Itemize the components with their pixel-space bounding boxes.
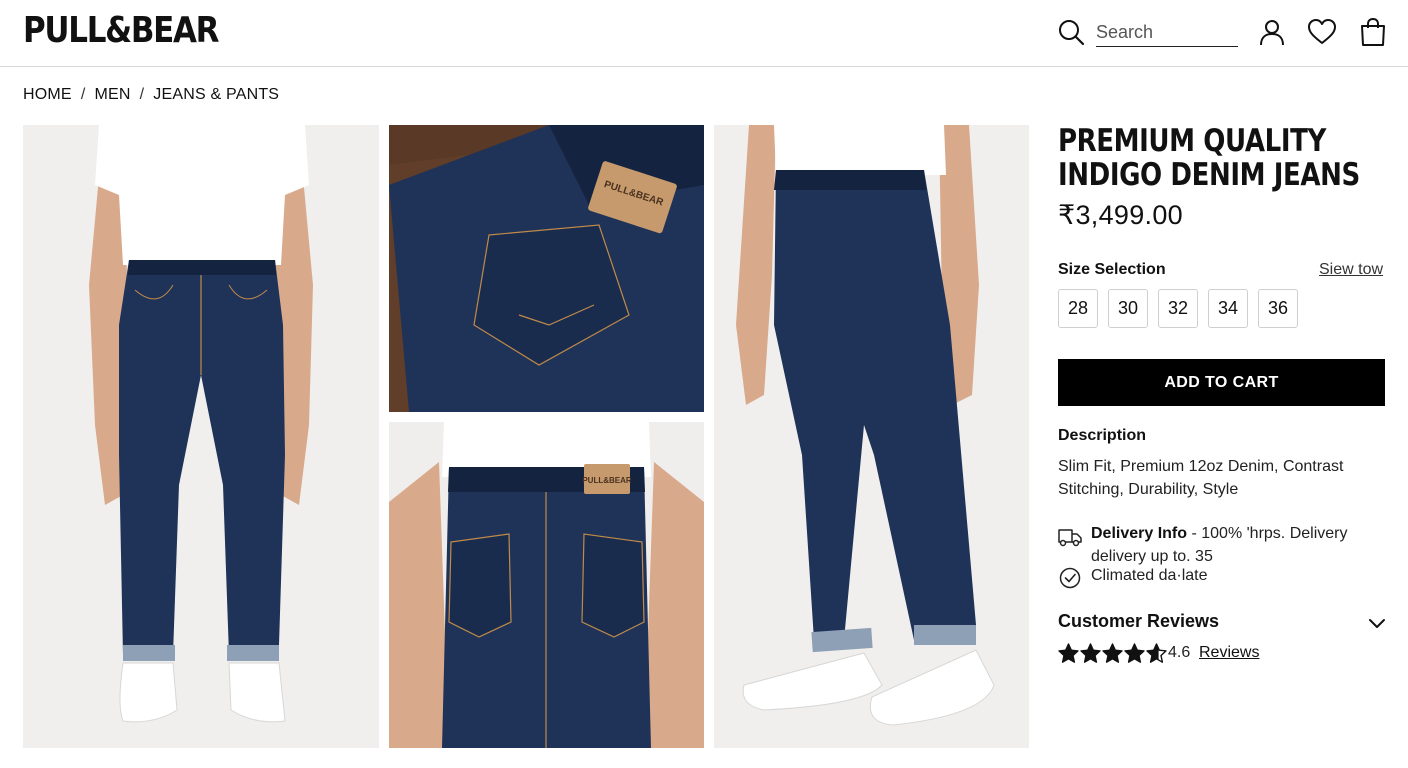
breadcrumb-men[interactable]: MEN <box>94 86 130 104</box>
brand-logo[interactable]: PULL&BEAR <box>23 10 220 52</box>
size-option-32[interactable]: 32 <box>1158 289 1198 328</box>
size-selection-label: Size Selection <box>1058 261 1166 278</box>
size-option-36[interactable]: 36 <box>1258 289 1298 328</box>
product-image-side[interactable] <box>714 125 1029 748</box>
breadcrumb: HOME / MEN / JEANS & PANTS <box>23 86 279 104</box>
size-option-30[interactable]: 30 <box>1108 289 1148 328</box>
climate-info-text: Climated da·late <box>1091 567 1208 584</box>
check-circle-icon <box>1059 567 1081 589</box>
breadcrumb-home[interactable]: HOME <box>23 86 72 104</box>
star-icon <box>1102 643 1123 663</box>
product-image-front[interactable] <box>23 125 379 748</box>
size-options: 28 30 32 34 36 <box>1058 289 1298 328</box>
star-rating <box>1058 643 1167 664</box>
breadcrumb-separator: / <box>80 86 86 103</box>
delivery-truck-icon <box>1058 529 1082 547</box>
shopping-bag-icon[interactable] <box>1358 17 1388 47</box>
star-icon <box>1146 643 1167 663</box>
star-icon <box>1058 643 1079 663</box>
product-title: PREMIUM QUALITY INDIGO DENIM JEANS <box>1058 123 1360 193</box>
breadcrumb-jeans-pants[interactable]: JEANS & PANTS <box>153 86 279 104</box>
account-icon[interactable] <box>1257 17 1287 47</box>
label-text: PULL&BEAR <box>582 476 632 485</box>
product-price: ₹3,499.00 <box>1058 200 1183 230</box>
delivery-info: Delivery Info - 100% 'hrps. Delivery del… <box>1091 522 1381 568</box>
breadcrumb-separator: / <box>139 86 145 103</box>
size-guide-link[interactable]: Siew tow <box>1319 261 1383 279</box>
description-text: Slim Fit, Premium 12oz Denim, Contrast S… <box>1058 458 1344 498</box>
customer-reviews-heading[interactable]: Customer Reviews <box>1058 611 1219 632</box>
search-icon[interactable] <box>1057 18 1085 46</box>
delivery-info-label: Delivery Info <box>1091 525 1188 542</box>
product-image-back[interactable]: PULL&BEAR <box>389 422 704 748</box>
reviews-link[interactable]: Reviews <box>1199 644 1259 662</box>
chevron-down-icon[interactable] <box>1367 614 1387 632</box>
heart-icon[interactable] <box>1307 17 1337 47</box>
star-icon <box>1124 643 1145 663</box>
size-option-28[interactable]: 28 <box>1058 289 1098 328</box>
product-image-pocket[interactable]: PULL&BEAR <box>389 125 704 412</box>
add-to-cart-button[interactable]: ADD TO CART <box>1058 359 1385 406</box>
search-input[interactable] <box>1096 19 1238 47</box>
size-option-34[interactable]: 34 <box>1208 289 1248 328</box>
site-header: PULL&BEAR <box>0 0 1408 67</box>
rating-value: 4.6 <box>1168 644 1191 661</box>
star-icon <box>1080 643 1101 663</box>
description-label: Description <box>1058 427 1147 444</box>
